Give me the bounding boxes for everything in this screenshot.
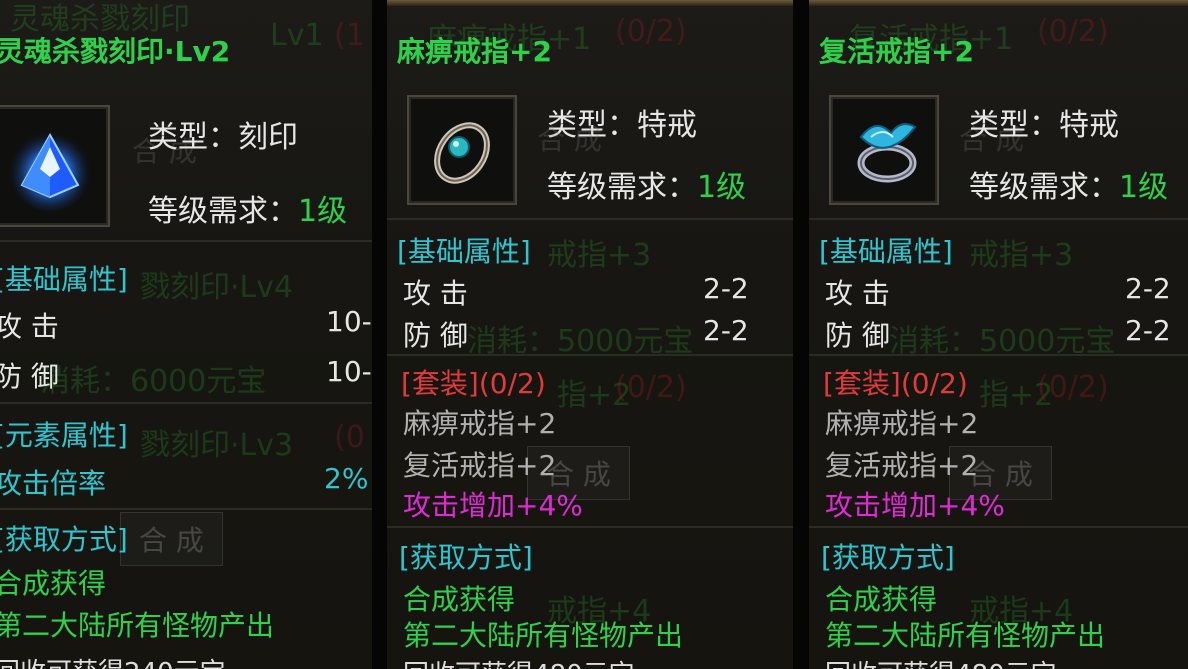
recycle-text: 回收可获得240元宝 bbox=[0, 652, 226, 669]
panel-separator bbox=[372, 0, 387, 669]
ghost-compose: 合 成 bbox=[537, 123, 602, 156]
section-obtain-method: [获取方式] bbox=[0, 523, 128, 556]
defense-label: 防 御 bbox=[825, 319, 890, 352]
defense-value: 10- bbox=[326, 355, 372, 388]
section-set: [套装](0/2) bbox=[823, 367, 968, 400]
panel-separator bbox=[793, 0, 809, 669]
divider bbox=[809, 526, 1188, 528]
level-requirement: 等级需求：1级 bbox=[547, 162, 746, 206]
obtain-method-1: 合成获得 bbox=[403, 583, 516, 616]
defense-value: 2-2 bbox=[703, 314, 749, 347]
divider bbox=[809, 218, 1188, 220]
set-bonus: 攻击增加+4% bbox=[403, 489, 583, 522]
item-icon-frame bbox=[407, 95, 517, 205]
ghost-red: (0/2) bbox=[1037, 14, 1109, 49]
level-value: 1级 bbox=[697, 170, 747, 205]
revive-ring-icon bbox=[857, 123, 917, 183]
ghost-cost: 消耗：6000元宝 bbox=[40, 364, 267, 399]
ghost-synth-button: 合 成 bbox=[120, 512, 223, 566]
ghost-lv1: Lv1 bbox=[270, 18, 324, 53]
item-icon-frame bbox=[829, 95, 939, 205]
obtain-method-2: 第二大陆所有怪物产出 bbox=[403, 619, 684, 652]
ghost-red3: (0 bbox=[334, 420, 365, 455]
recycle-text: 回收可获得480元宝 bbox=[403, 654, 635, 669]
level-label: 等级需求： bbox=[148, 194, 298, 229]
defense-value: 2-2 bbox=[1125, 314, 1171, 347]
item-tooltip-paralysis-ring: 麻痹戒指+1 (0/2) 麻痹戒指+2 类型：特戒 合 成 等级需求：1级 戒指… bbox=[387, 0, 793, 669]
top-border bbox=[387, 0, 793, 6]
ghost-lv4: 戮刻印·Lv4 bbox=[140, 270, 294, 305]
item-tooltip-revive-ring: 复活戒指+1 (0/2) 复活戒指+2 合 成 类型：特戒 等级需求：1级 戒指… bbox=[809, 0, 1188, 669]
divider bbox=[0, 240, 372, 242]
top-border bbox=[809, 0, 1188, 6]
blue-gem-seal-icon bbox=[8, 127, 92, 211]
set-item-1: 麻痹戒指+2 bbox=[403, 407, 557, 440]
section-obtain-method: [获取方式] bbox=[821, 541, 955, 574]
item-type: 类型：特戒 bbox=[969, 108, 1119, 143]
divider bbox=[387, 526, 793, 528]
defense-label: 防 御 bbox=[0, 360, 59, 393]
attack-multiplier-label: 攻击倍率 bbox=[0, 467, 107, 500]
obtain-method-2: 第二大陆所有怪物产出 bbox=[825, 619, 1106, 652]
ghost-red1: (1 bbox=[334, 18, 365, 53]
obtain-method-2: 第二大陆所有怪物产出 bbox=[0, 609, 275, 642]
ghost-red: (0/2) bbox=[615, 14, 687, 49]
set-item-2: 复活戒指+2 bbox=[403, 449, 557, 482]
set-item-1: 麻痹戒指+2 bbox=[825, 407, 979, 440]
obtain-method-1: 合成获得 bbox=[0, 567, 107, 600]
level-label: 等级需求： bbox=[547, 170, 697, 205]
item-title: 灵魂杀戮刻印·Lv2 bbox=[0, 35, 231, 68]
section-base-attributes: [基础属性] bbox=[397, 235, 531, 268]
item-title: 麻痹戒指+2 bbox=[397, 35, 552, 68]
attack-label: 攻 击 bbox=[825, 277, 890, 310]
ghost-lv3: 戮刻印·Lv3 bbox=[140, 428, 294, 463]
divider bbox=[0, 508, 372, 510]
section-base-attributes: [基础属性] bbox=[0, 263, 128, 296]
divider bbox=[0, 402, 372, 404]
divider bbox=[809, 354, 1188, 356]
attack-value: 2-2 bbox=[703, 272, 749, 305]
level-requirement: 等级需求：1级 bbox=[969, 162, 1168, 206]
paralysis-ring-icon bbox=[434, 122, 490, 184]
set-bonus: 攻击增加+4% bbox=[825, 489, 1005, 522]
item-tooltip-seal: 灵魂杀戮刻印 Lv1 (1 灵魂杀戮刻印·Lv2 合 成 类型：刻印 等级需求：… bbox=[0, 0, 372, 669]
level-value: 1级 bbox=[298, 194, 348, 229]
ghost-plus3: 戒指+3 bbox=[969, 238, 1074, 273]
attack-value: 10- bbox=[326, 305, 372, 338]
ghost-plus3: 戒指+3 bbox=[547, 238, 652, 273]
ghost-red2: (0/2) bbox=[615, 370, 687, 405]
item-type: 类型：刻印 bbox=[148, 120, 298, 155]
section-element-attributes: [元素属性] bbox=[0, 419, 128, 452]
level-value: 1级 bbox=[1119, 170, 1169, 205]
attack-multiplier-value: 2% bbox=[324, 462, 369, 495]
attack-label: 攻 击 bbox=[0, 310, 59, 343]
item-icon-frame bbox=[0, 105, 110, 227]
level-requirement: 等级需求：1级 bbox=[148, 186, 347, 230]
attack-value: 2-2 bbox=[1125, 272, 1171, 305]
section-obtain-method: [获取方式] bbox=[399, 541, 533, 574]
recycle-text: 回收可获得480元宝 bbox=[825, 654, 1057, 669]
section-base-attributes: [基础属性] bbox=[819, 235, 953, 268]
level-label: 等级需求： bbox=[969, 170, 1119, 205]
divider bbox=[387, 354, 793, 356]
set-item-2: 复活戒指+2 bbox=[825, 449, 979, 482]
ghost-red2: (0/2) bbox=[1037, 370, 1109, 405]
divider bbox=[387, 218, 793, 220]
attack-label: 攻 击 bbox=[403, 277, 468, 310]
defense-label: 防 御 bbox=[403, 319, 468, 352]
section-set: [套装](0/2) bbox=[401, 367, 546, 400]
obtain-method-1: 合成获得 bbox=[825, 583, 938, 616]
item-title: 复活戒指+2 bbox=[819, 35, 974, 68]
